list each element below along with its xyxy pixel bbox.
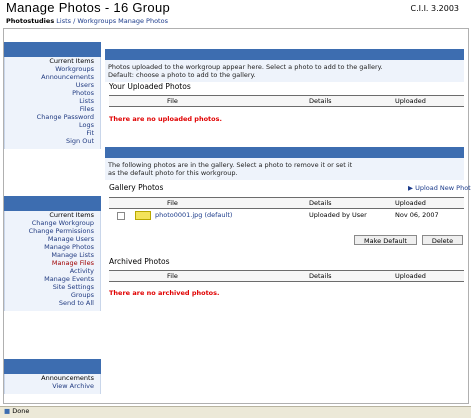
sidebar-item[interactable]: Lists (5, 97, 100, 105)
sidebar-item[interactable]: Announcements (5, 73, 100, 81)
sidebar-item[interactable]: Site Settings (5, 283, 100, 291)
sidebar-item: Announcements (41, 374, 94, 382)
column-header-details[interactable]: Details (309, 272, 332, 280)
uploaded-photos-table-header: File Details Uploaded (109, 95, 464, 107)
uploaded-photos-panel: Photos uploaded to the workgroup appear … (105, 49, 464, 82)
sidebar-item[interactable]: Change Password (5, 113, 100, 121)
no-archived-photos-message: There are no archived photos. (109, 289, 220, 297)
sidebar-item[interactable]: Files (5, 105, 100, 113)
column-header-details[interactable]: Details (309, 97, 332, 105)
uploaded-photos-heading: Your Uploaded Photos (109, 82, 191, 91)
sidebar-body: Current Items Change Workgroup Change Perm… (4, 211, 101, 311)
sidebar-body: Current Items Workgroups Announcements User… (4, 57, 101, 149)
sidebar-main-nav: Current Items Workgroups Announcements User… (4, 42, 101, 149)
sidebar-header (4, 359, 101, 374)
gallery-table-header: File Details Uploaded (109, 197, 464, 209)
sidebar-item[interactable]: Manage Users (5, 235, 100, 243)
sidebar-item: Current Items (49, 57, 94, 65)
column-header-file[interactable]: File (167, 272, 178, 280)
delete-button[interactable]: Delete (422, 235, 463, 245)
breadcrumb-current: Photostudies (6, 17, 55, 25)
sidebar-item[interactable]: Workgroups (5, 65, 100, 73)
column-header-uploaded[interactable]: Uploaded (395, 97, 426, 105)
upload-new-photo-link[interactable]: ▶ Upload New Photo (408, 185, 471, 192)
sidebar-header (4, 42, 101, 57)
sidebar-announcements: Announcements View Archive (4, 359, 101, 394)
sidebar-item[interactable]: Photos (5, 89, 100, 97)
gallery-photo-file[interactable]: photo0001.jpg (default) (155, 212, 232, 219)
row-select-checkbox[interactable] (117, 212, 125, 220)
breadcrumb: Photostudies Lists / Workgroups Manage P… (6, 18, 168, 25)
panel-description: The following photos are in the gallery.… (105, 158, 464, 180)
column-header-uploaded[interactable]: Uploaded (395, 272, 426, 280)
panel-description: Photos uploaded to the workgroup appear … (105, 60, 464, 82)
status-label: Done (12, 407, 30, 415)
column-header-details[interactable]: Details (309, 199, 332, 207)
panel-description-line: Photos uploaded to the workgroup appear … (108, 63, 383, 71)
breadcrumb-link-photos[interactable]: Manage Photos (118, 17, 168, 25)
sidebar-item[interactable]: Activity (5, 267, 100, 275)
sidebar-item[interactable]: Change Workgroup (5, 219, 100, 227)
breadcrumb-link-lists[interactable]: Lists / Workgroups (56, 17, 116, 25)
sidebar-item[interactable]: Manage Lists (5, 251, 100, 259)
page-title: Manage Photos - 16 Group (6, 0, 171, 15)
sidebar-item[interactable]: Groups (5, 291, 100, 299)
page-icon: ■ (4, 407, 11, 415)
panel-description-line: as the default photo for this workgroup. (108, 169, 238, 177)
gallery-photos-heading: Gallery Photos (109, 183, 164, 192)
sidebar-item[interactable]: Change Permissions (5, 227, 100, 235)
column-header-uploaded[interactable]: Uploaded (395, 199, 426, 207)
sidebar-item[interactable]: Send to All (5, 299, 100, 307)
browser-status-bar (0, 406, 471, 418)
sidebar-item[interactable]: Sign Out (5, 137, 100, 145)
sidebar-item[interactable]: Fit (5, 129, 100, 137)
panel-description-line: Default: choose a photo to add to the ga… (108, 71, 256, 79)
archived-table-header: File Details Uploaded (109, 270, 464, 282)
status-text: ■ Done (4, 408, 29, 415)
panel-description-line: The following photos are in the gallery.… (108, 161, 353, 169)
panel-header (105, 49, 464, 60)
sidebar-item[interactable]: Manage Photos (5, 243, 100, 251)
panel-header (105, 147, 464, 158)
sidebar-item: Current Items (49, 211, 94, 219)
archived-photos-heading: Archived Photos (109, 257, 170, 266)
sidebar-item[interactable]: Manage Files (5, 259, 100, 267)
header-date: C.I.I. 3.2003 (410, 4, 459, 13)
sidebar-header (4, 196, 101, 211)
upload-icon: ▶ (408, 184, 413, 192)
gallery-photos-panel: The following photos are in the gallery.… (105, 147, 464, 180)
gallery-photo-details: Uploaded by User (309, 211, 367, 219)
no-uploaded-photos-message: There are no uploaded photos. (109, 115, 222, 123)
sidebar-item[interactable]: Users (5, 81, 100, 89)
column-header-file[interactable]: File (167, 97, 178, 105)
sidebar-item[interactable]: View Archive (5, 382, 100, 390)
sidebar-item[interactable]: Manage Events (5, 275, 100, 283)
sidebar-admin-nav: Current Items Change Workgroup Change Perm… (4, 196, 101, 311)
photo-thumbnail[interactable] (135, 211, 151, 220)
gallery-photo-date: Nov 06, 2007 (395, 211, 439, 219)
upload-new-photo-label: Upload New Photo (415, 184, 471, 192)
table-row[interactable]: photo0001.jpg (default) Uploaded by User… (109, 209, 464, 221)
column-header-file[interactable]: File (167, 199, 178, 207)
sidebar-body: Announcements View Archive (4, 374, 101, 394)
make-default-button[interactable]: Make Default (354, 235, 417, 245)
sidebar-item[interactable]: Logs (5, 121, 100, 129)
